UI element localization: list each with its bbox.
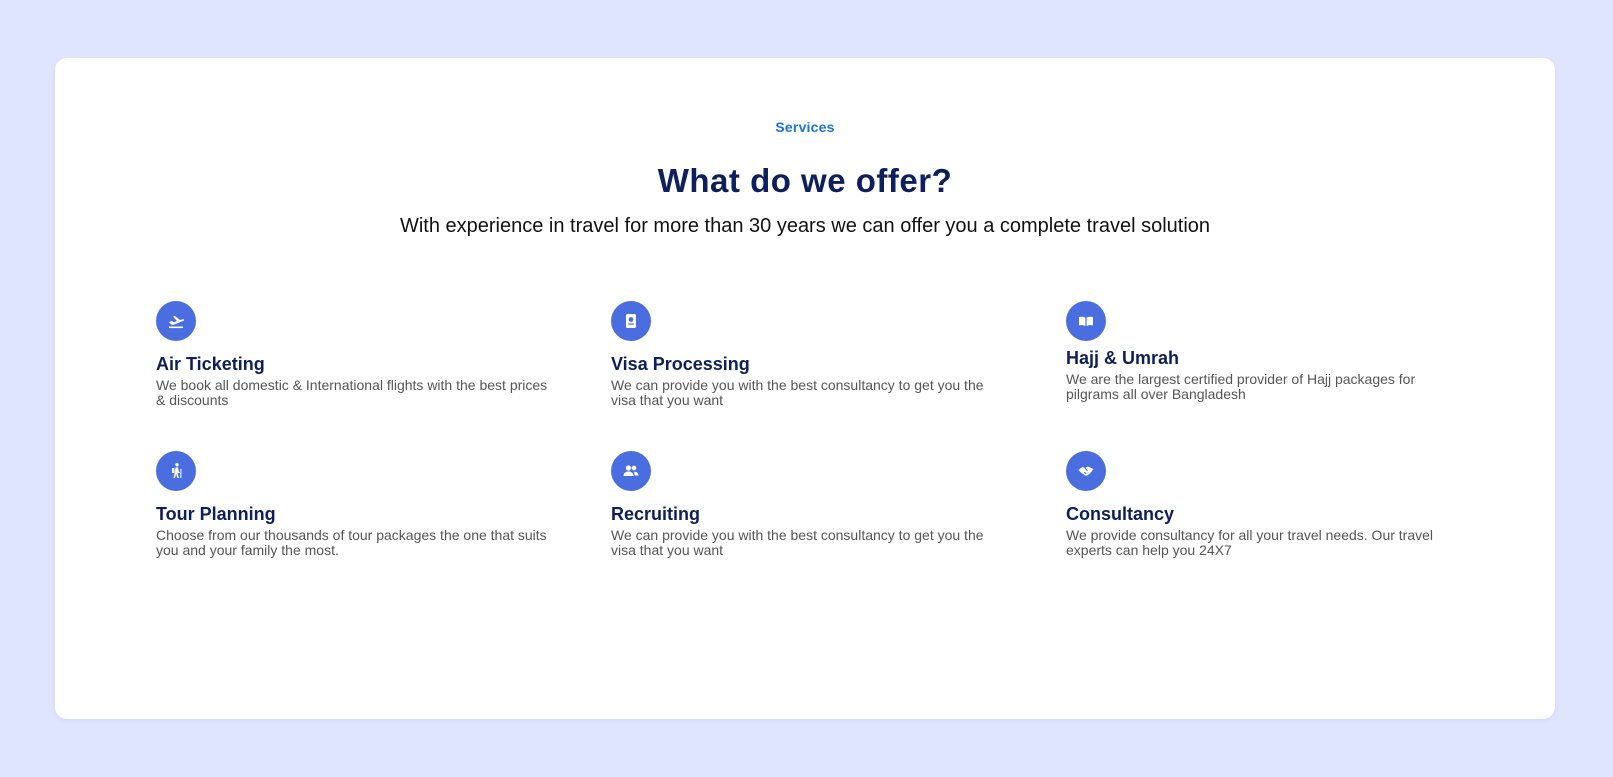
- plane-departure-icon: [156, 301, 196, 341]
- service-visa-processing: Visa Processing We can provide you with …: [611, 301, 1006, 408]
- service-title: Hajj & Umrah: [1066, 348, 1180, 368]
- services-card: Services What do we offer? With experien…: [55, 58, 1555, 719]
- service-tour-planning: Tour Planning Choose from our thousands …: [156, 451, 551, 558]
- service-title: Consultancy: [1066, 504, 1175, 524]
- service-description: We can provide you with the best consult…: [611, 377, 984, 408]
- handshake-icon: [1066, 451, 1106, 491]
- service-title: Air Ticketing: [156, 354, 265, 374]
- section-subtitle: With experience in travel for more than …: [399, 215, 1211, 237]
- service-description: We can provide you with the best consult…: [611, 527, 984, 558]
- section-title: What do we offer?: [657, 162, 953, 199]
- section-eyebrow: Services: [775, 119, 835, 135]
- service-description: We book all domestic & International fli…: [156, 377, 548, 408]
- users-icon: [611, 451, 651, 491]
- service-title: Recruiting: [611, 504, 701, 524]
- service-hajj-umrah: Hajj & Umrah We are the largest certifie…: [1066, 301, 1461, 402]
- service-title: Tour Planning: [156, 504, 276, 524]
- service-air-ticketing: Air Ticketing We book all domestic & Int…: [156, 301, 551, 408]
- service-recruiting: Recruiting We can provide you with the b…: [611, 451, 1006, 558]
- service-description: We provide consultancy for all your trav…: [1066, 527, 1434, 558]
- book-open-icon: [1066, 301, 1106, 341]
- service-description: We are the largest certified provider of…: [1066, 371, 1416, 402]
- service-title: Visa Processing: [611, 354, 750, 374]
- passport-icon: [611, 301, 651, 341]
- hiking-icon: [156, 451, 196, 491]
- service-description: Choose from our thousands of tour packag…: [156, 527, 547, 558]
- service-consultancy: Consultancy We provide consultancy for a…: [1066, 451, 1461, 558]
